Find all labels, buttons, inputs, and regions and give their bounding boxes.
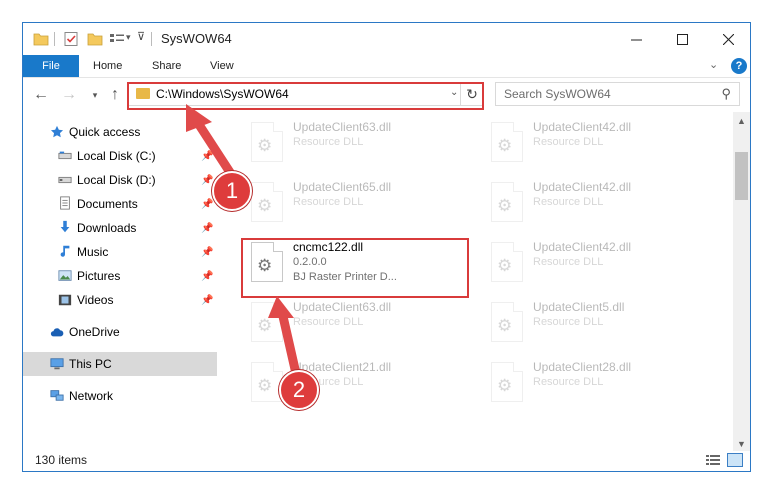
arrow-2-head	[268, 296, 294, 318]
step-marker-1: 1	[212, 171, 252, 211]
step-marker-2: 2	[279, 370, 319, 410]
arrow-2-shaft	[277, 307, 302, 383]
annotation-arrows	[186, 104, 302, 383]
